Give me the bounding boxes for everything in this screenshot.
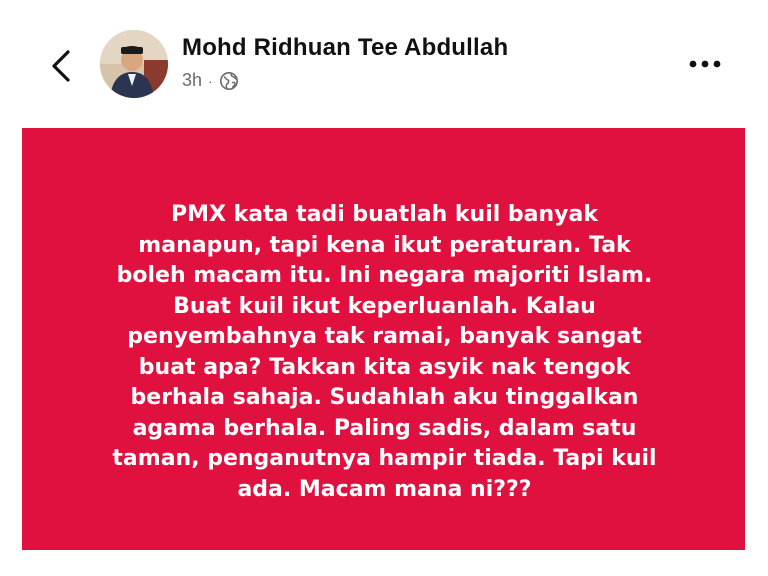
meta-separator: · [208,72,213,89]
more-options-button[interactable] [684,52,726,76]
post-text-line: boleh macam itu. Ini negara majoriti Isl… [116,263,653,288]
globe-icon [219,71,238,90]
more-horizontal-icon [689,60,721,68]
profile-photo [100,30,168,98]
post-text-line: buat apa? Takkan kita asyik nak tengok [138,354,631,380]
author-name[interactable]: Mohd Ridhuan Tee Abdullah [182,34,508,62]
avatar[interactable] [100,30,168,98]
post-text-line: berhala sahaja. Sudahlah aku tinggalkan [130,385,639,410]
chevron-left-icon [52,50,70,82]
post-meta: 3h · [182,70,239,91]
post-text-line: ada. Macam mana ni??? [237,476,532,502]
post-text-line: PMX kata tadi buatlah kuil banyak [170,202,599,227]
post-text-line: agama berhala. Paling sadis, dalam satu [132,415,637,441]
post-content-card: PMX kata tadi buatlah kuil banyak manapu… [22,128,745,550]
post-text-line: penyembahnya tak ramai, banyak sangat [127,324,642,349]
post-text-line: taman, penganutnya hampir tiada. Tapi ku… [112,446,657,471]
post-header: Mohd Ridhuan Tee Abdullah 3h · [0,0,768,120]
back-button[interactable] [44,46,80,86]
post-text: PMX kata tadi buatlah kuil banyak manapu… [62,200,707,505]
post-timestamp[interactable]: 3h [182,70,202,91]
post-text-line: Buat kuil ikut keperluanlah. Kalau [173,293,596,319]
post-text-line: manapun, tapi kena ikut peraturan. Tak [138,232,631,258]
